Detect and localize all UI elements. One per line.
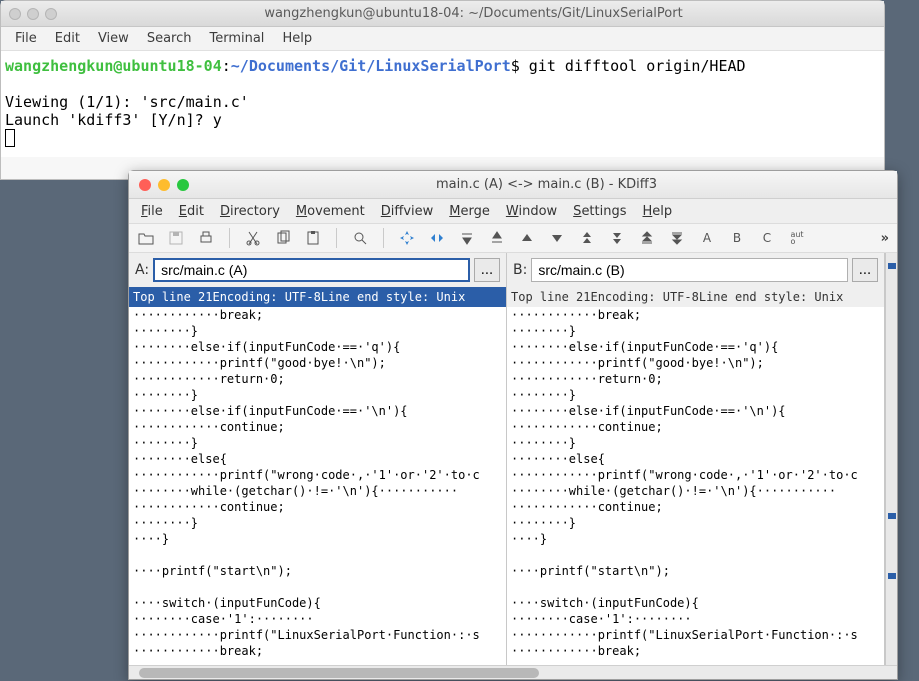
path-label-b: B: [513,262,527,278]
terminal-window: wangzhengkun@ubuntu18-04: ~/Documents/Gi… [0,0,885,180]
kdiff-titlebar[interactable]: main.c (A) <-> main.c (B) - KDiff3 [129,171,897,199]
overview-mark-icon [888,573,896,579]
terminal-menu-view[interactable]: View [98,31,129,46]
next-unsolved-icon[interactable] [668,229,686,247]
last-diff-icon[interactable] [488,229,506,247]
overview-mark-icon [888,513,896,519]
print-icon[interactable] [197,229,215,247]
copy-icon[interactable] [274,229,292,247]
prompt-dollar: $ [511,57,520,75]
menu-merge[interactable]: Merge [449,204,490,219]
terminal-output-2: Launch 'kdiff3' [Y/n]? y [5,111,222,129]
terminal-title: wangzhengkun@ubuntu18-04: ~/Documents/Gi… [63,6,884,21]
current-diff-icon[interactable] [428,229,446,247]
path-label-a: A: [135,262,149,278]
terminal-menu-search[interactable]: Search [147,31,192,46]
kdiff-title: main.c (A) <-> main.c (B) - KDiff3 [196,177,897,192]
prev-conflict-icon[interactable] [578,229,596,247]
menu-edit[interactable]: Edit [179,204,204,219]
menu-directory[interactable]: Directory [220,204,280,219]
menu-settings[interactable]: Settings [573,204,626,219]
terminal-menu-help[interactable]: Help [282,31,312,46]
kdiff-menu: File Edit Directory Movement Diffview Me… [129,199,897,223]
open-icon[interactable] [137,229,155,247]
kdiff-window: main.c (A) <-> main.c (B) - KDiff3 File … [128,170,898,680]
info-bar-a: Top line 21Encoding: UTF-8Line end style… [129,287,506,307]
toolbar-separator [336,228,337,248]
select-c-button[interactable]: C [758,229,776,247]
kdiff-toolbar: A B C aut o » [129,223,897,253]
path-input-a[interactable] [153,258,470,282]
horizontal-scrollbar[interactable] [129,665,897,679]
search-icon[interactable] [351,229,369,247]
menu-file[interactable]: File [141,204,163,219]
path-row-a: A: ... [129,253,506,287]
terminal-titlebar[interactable]: wangzhengkun@ubuntu18-04: ~/Documents/Gi… [1,1,884,27]
toolbar-more-icon[interactable]: » [881,231,889,246]
panel-a: A: ... Top line 21Encoding: UTF-8Line en… [129,253,507,665]
overview-strip[interactable] [885,253,897,665]
prev-diff-icon[interactable] [518,229,536,247]
select-b-button[interactable]: B [728,229,746,247]
navigate-icon[interactable] [398,229,416,247]
prompt-path: ~/Documents/Git/LinuxSerialPort [231,57,511,75]
terminal-menu-terminal[interactable]: Terminal [209,31,264,46]
scrollbar-thumb[interactable] [139,668,539,678]
cut-icon[interactable] [244,229,262,247]
next-diff-icon[interactable] [548,229,566,247]
diff-panels: A: ... Top line 21Encoding: UTF-8Line en… [129,253,897,665]
menu-window[interactable]: Window [506,204,557,219]
next-conflict-icon[interactable] [608,229,626,247]
toolbar-separator [229,228,230,248]
path-row-b: B: ... [507,253,884,287]
prompt-user: wangzhengkun@ubuntu18-04 [5,57,222,75]
minimize-icon[interactable] [158,179,170,191]
terminal-body[interactable]: wangzhengkun@ubuntu18-04:~/Documents/Git… [1,51,884,157]
terminal-menu: File Edit View Search Terminal Help [1,27,884,51]
maximize-icon[interactable] [177,179,189,191]
panel-b: B: ... Top line 21Encoding: UTF-8Line en… [507,253,885,665]
terminal-command: git difftool origin/HEAD [520,57,746,75]
info-bar-b: Top line 21Encoding: UTF-8Line end style… [507,287,884,307]
menu-diffview[interactable]: Diffview [381,204,434,219]
first-diff-icon[interactable] [458,229,476,247]
window-close-icon[interactable] [9,8,21,20]
prev-unsolved-icon[interactable] [638,229,656,247]
terminal-output-1: Viewing (1/1): 'src/main.c' [5,93,249,111]
terminal-cursor-icon [5,129,15,147]
window-minimize-icon[interactable] [27,8,39,20]
terminal-menu-file[interactable]: File [15,31,37,46]
prompt-sep: : [222,57,231,75]
save-icon[interactable] [167,229,185,247]
menu-help[interactable]: Help [643,204,673,219]
menu-movement[interactable]: Movement [296,204,365,219]
auto-button[interactable]: aut o [788,229,806,247]
code-area-a[interactable]: ············break; ········} ········els… [129,307,506,665]
toolbar-separator [383,228,384,248]
close-icon[interactable] [139,179,151,191]
select-a-button[interactable]: A [698,229,716,247]
browse-button-b[interactable]: ... [852,258,878,282]
code-area-b[interactable]: ············break; ········} ········els… [507,307,884,665]
terminal-menu-edit[interactable]: Edit [55,31,80,46]
overview-mark-icon [888,263,896,269]
window-maximize-icon[interactable] [45,8,57,20]
path-input-b[interactable] [531,258,848,282]
browse-button-a[interactable]: ... [474,258,500,282]
paste-icon[interactable] [304,229,322,247]
